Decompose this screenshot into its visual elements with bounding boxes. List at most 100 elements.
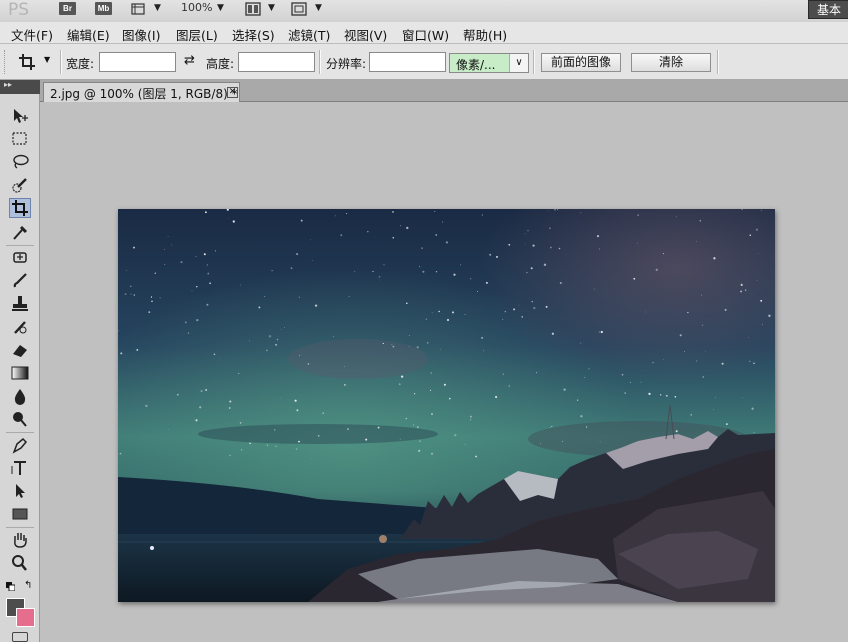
pen-tool-icon[interactable] [9, 435, 31, 455]
star [443, 383, 446, 386]
star [284, 327, 285, 328]
crop-tool-icon[interactable] [9, 198, 31, 218]
close-icon[interactable]: ✕ [227, 87, 238, 98]
star [648, 392, 651, 396]
star [702, 376, 704, 378]
mini-bridge-button[interactable]: Mb [95, 2, 112, 15]
menu-edit[interactable]: 编辑(E) [67, 25, 110, 44]
star [298, 296, 300, 298]
arrange-documents-button[interactable] [244, 1, 262, 17]
star [164, 263, 166, 265]
gradient-tool-icon[interactable] [9, 363, 31, 383]
arrange-documents-icon [245, 2, 261, 16]
clear-button[interactable]: 清除 [631, 53, 711, 72]
star [652, 361, 654, 364]
star [580, 342, 582, 344]
star [391, 343, 393, 345]
width-input[interactable] [99, 52, 176, 72]
star [151, 300, 153, 303]
star [322, 412, 324, 414]
bridge-button[interactable]: Br [59, 2, 76, 15]
brush-tool-icon[interactable] [9, 271, 31, 291]
resolution-unit-value: 像素/... [456, 58, 496, 72]
default-colors-icon[interactable] [6, 580, 16, 592]
star [195, 419, 198, 422]
star [378, 275, 381, 278]
clone-stamp-tool-icon[interactable] [9, 294, 31, 314]
blur-tool-icon[interactable] [9, 386, 31, 406]
tool-preset-picker[interactable]: ▼ [17, 52, 57, 72]
chevron-down-icon[interactable]: ▼ [154, 3, 161, 13]
menu-layer[interactable]: 图层(L) [176, 25, 218, 44]
star [470, 419, 472, 421]
height-label: 高度: [206, 57, 235, 71]
background-color-swatch[interactable] [16, 608, 35, 627]
star [239, 422, 242, 424]
swap-arrows-icon[interactable]: ⇄ [184, 53, 195, 68]
star [248, 340, 251, 342]
menu-file[interactable]: 文件(F) [11, 25, 53, 44]
star [296, 409, 299, 412]
move-tool-icon[interactable] [9, 106, 31, 126]
menu-help[interactable]: 帮助(H) [463, 25, 507, 44]
star [276, 338, 279, 341]
star [126, 269, 128, 271]
star [593, 288, 595, 290]
lasso-tool-icon[interactable] [9, 152, 31, 172]
document-tab[interactable]: 2.jpg @ 100% (图层 1, RGB/8) * ✕ [43, 82, 240, 102]
star [344, 384, 346, 386]
view-extras-icon [131, 3, 145, 15]
marquee-tool-icon[interactable] [9, 129, 31, 149]
star [740, 283, 743, 286]
chevron-down-icon[interactable]: ▼ [268, 3, 275, 13]
menu-select[interactable]: 选择(S) [232, 25, 275, 44]
healing-brush-tool-icon[interactable] [9, 248, 31, 268]
divider [60, 50, 62, 74]
zoom-level-display[interactable]: 100% [181, 1, 212, 14]
star [200, 390, 203, 393]
type-tool-icon[interactable] [9, 458, 31, 478]
height-input[interactable] [238, 52, 315, 72]
screen-mode-button[interactable] [290, 1, 308, 17]
star [725, 423, 728, 426]
dodge-tool-icon[interactable] [9, 409, 31, 429]
star [549, 427, 551, 428]
tools-panel-header[interactable]: ▸▸ [0, 80, 40, 94]
rectangle-tool-icon[interactable] [9, 504, 31, 524]
menu-window[interactable]: 窗口(W) [402, 25, 449, 44]
chevron-down-icon[interactable]: ▼ [315, 3, 322, 13]
hand-tool-icon[interactable] [9, 530, 31, 550]
star [154, 272, 157, 274]
star [268, 335, 272, 338]
workspace-switcher[interactable]: 基本功 [808, 0, 848, 35]
document-image[interactable] [118, 209, 775, 602]
front-image-button[interactable]: 前面的图像 [541, 53, 621, 72]
star [696, 240, 698, 242]
view-extras-button[interactable] [130, 1, 148, 17]
chevron-down-icon[interactable]: ▼ [217, 3, 224, 13]
menu-view[interactable]: 视图(V) [344, 25, 387, 44]
eyedropper-tool-icon[interactable] [9, 222, 31, 242]
star [171, 244, 173, 246]
zoom-tool-icon[interactable] [9, 553, 31, 573]
path-selection-tool-icon[interactable] [9, 481, 31, 501]
menu-image[interactable]: 图像(I) [122, 25, 160, 44]
star [372, 270, 374, 272]
star [460, 264, 461, 266]
history-brush-tool-icon[interactable] [9, 317, 31, 337]
quick-selection-tool-icon[interactable] [9, 175, 31, 195]
star [406, 302, 408, 305]
quick-mask-icon[interactable] [12, 632, 28, 642]
swap-colors-icon[interactable]: ↰ [24, 580, 32, 591]
menu-filter[interactable]: 滤镜(T) [288, 25, 330, 44]
resolution-input[interactable] [369, 52, 446, 72]
resolution-unit-select[interactable]: 像素/... ∨ [449, 53, 529, 73]
divider [6, 527, 34, 528]
chevron-down-icon: ▼ [44, 55, 51, 64]
star [184, 321, 187, 324]
document-tab-title: 2.jpg @ 100% (图层 1, RGB/8) * [50, 87, 238, 101]
star [310, 239, 311, 241]
eraser-tool-icon[interactable] [9, 340, 31, 360]
options-bar-grip[interactable] [4, 50, 7, 74]
star [721, 362, 724, 365]
